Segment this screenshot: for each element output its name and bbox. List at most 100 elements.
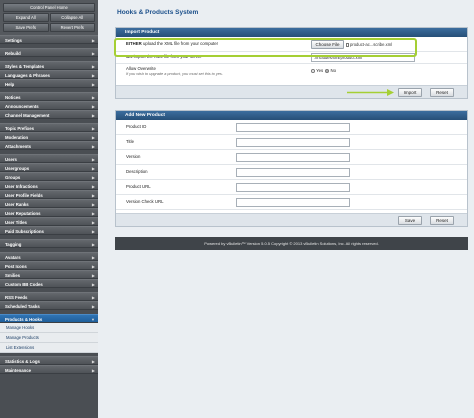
sidebar-item-label: User Reputations [5, 211, 41, 216]
sidebar-item-channel-management[interactable]: Channel Management ▶ [0, 110, 98, 119]
sidebar-item-label: Tagging [5, 242, 22, 247]
sidebar-nav: Settings ▶ Rebuild ▶ Styles & Templates ▶ Lang… [0, 35, 98, 314]
title-input[interactable] [236, 138, 350, 147]
sidebar-item-label: Topic Prefixes [5, 126, 35, 131]
sidebar-item-label: Post Icons [5, 264, 27, 269]
sidebar-item-user-ranks[interactable]: User Ranks ▶ [0, 199, 98, 208]
sidebar-item-styles-templates[interactable]: Styles & Templates ▶ [0, 61, 98, 70]
sidebar-item-user-profile-fields[interactable]: User Profile Fields ▶ [0, 190, 98, 199]
revert-prefs-button[interactable]: Revert Prefs [49, 23, 95, 32]
add-actions: Save Reset [116, 213, 467, 226]
version-check-url-input[interactable] [236, 198, 350, 207]
sidebar-item-settings[interactable]: Settings ▶ [0, 35, 98, 44]
sidebar-item-attachments[interactable]: Attachments ▶ [0, 141, 98, 150]
chevron-right-icon: ▶ [91, 242, 95, 247]
sidebar-item-languages-phrases[interactable]: Languages & Phrases ▶ [0, 70, 98, 79]
version-input[interactable] [236, 153, 350, 162]
chevron-right-icon: ▶ [91, 51, 95, 56]
sidebar-item-user-titles[interactable]: User Titles ▶ [0, 217, 98, 226]
chevron-right-icon: ▶ [91, 38, 95, 43]
sidebar-item-notices[interactable]: Notices ▶ [0, 92, 98, 101]
sidebar-item-label: User Titles [5, 220, 27, 225]
product-url-input[interactable] [236, 183, 350, 192]
no-radio[interactable] [325, 68, 330, 73]
sidebar-subitem-manage-hooks[interactable]: Manage Hooks [0, 323, 98, 333]
sidebar-item-label: Statistics & Logs [5, 359, 40, 364]
sidebar-item-label: Notices [5, 95, 21, 100]
expand-all-button[interactable]: Expand All [3, 13, 49, 22]
sidebar-item-products-hooks[interactable]: Products & Hooks ▼ [0, 314, 98, 323]
sidebar-item-groups[interactable]: Groups ▶ [0, 172, 98, 181]
field-row-product-url: Product URL [116, 180, 467, 195]
reset-button[interactable]: Reset [430, 216, 454, 225]
admin-cp: Control Panel Home Expand All Collapse A… [0, 0, 474, 418]
sidebar-item-rss-feeds[interactable]: RSS Feeds ▶ [0, 292, 98, 301]
allow-overwrite-desc: If you wish to upgrade a product, you mu… [126, 72, 223, 76]
field-row-description: Description [116, 165, 467, 180]
panel-title: Add New Product [116, 111, 467, 120]
sidebar-item-label: Attachments [5, 144, 32, 149]
overwrite-options: Yes No [311, 68, 336, 73]
sidebar-item-moderation[interactable]: Moderation ▶ [0, 132, 98, 141]
sidebar-item-user-reputations[interactable]: User Reputations ▶ [0, 208, 98, 217]
sidebar-item-label: Announcements [5, 104, 39, 109]
sidebar-item-statistics-logs[interactable]: Statistics & Logs ▶ [0, 356, 98, 365]
save-button[interactable]: Save [398, 216, 422, 225]
highlight-annotation [114, 38, 417, 57]
sidebar-item-label: Moderation [5, 135, 29, 140]
sidebar-item-avatars[interactable]: Avatars ▶ [0, 252, 98, 261]
sidebar-item-users[interactable]: Users ▶ [0, 154, 98, 163]
field-label: Version Check URL [126, 199, 164, 204]
page-title: Hooks & Products System [117, 9, 199, 16]
add-product-panel: Add New Product Product ID Title Version De… [115, 110, 468, 227]
yes-label: Yes [316, 68, 324, 73]
sidebar-item-label: Help [5, 82, 15, 87]
sidebar-item-label: User Ranks [5, 202, 29, 207]
sidebar-subitem-list-extensions[interactable]: List Extensions [0, 343, 98, 353]
chevron-right-icon: ▶ [91, 368, 95, 373]
yes-radio[interactable] [311, 68, 315, 73]
field-row-title: Title [116, 135, 467, 150]
sidebar-item-custom-bb-codes[interactable]: Custom BB Codes ▶ [0, 279, 98, 288]
sidebar-item-label: Usergroups [5, 166, 30, 171]
sidebar-item-post-icons[interactable]: Post Icons ▶ [0, 261, 98, 270]
collapse-all-button[interactable]: Collapse All [49, 13, 95, 22]
arrow-right-icon [347, 89, 394, 96]
sidebar-item-tagging[interactable]: Tagging ▶ [0, 239, 98, 248]
product-id-input[interactable] [236, 123, 350, 132]
sidebar-item-label: Products & Hooks [5, 317, 43, 322]
sidebar-item-label: Maintenance [5, 368, 32, 373]
control-panel-home-button[interactable]: Control Panel Home [3, 3, 95, 12]
chevron-right-icon: ▶ [91, 113, 95, 118]
description-input[interactable] [236, 168, 350, 177]
sidebar-item-rebuild[interactable]: Rebuild ▶ [0, 48, 98, 57]
sidebar-item-smilies[interactable]: Smilies ▶ [0, 270, 98, 279]
chevron-right-icon: ▶ [91, 282, 95, 287]
reset-button[interactable]: Reset [430, 88, 454, 97]
sidebar-item-label: Rebuild [5, 51, 21, 56]
sidebar-item-topic-prefixes[interactable]: Topic Prefixes ▶ [0, 123, 98, 132]
product-fields: Product ID Title Version Description Product… [116, 120, 467, 210]
main-content: Hooks & Products System Import Product E… [98, 0, 474, 418]
sidebar-item-label: RSS Feeds [5, 295, 28, 300]
sidebar-subitem-manage-products[interactable]: Manage Products [0, 333, 98, 343]
field-label: Version [126, 154, 141, 159]
sidebar-item-label: Languages & Phrases [5, 73, 50, 78]
sidebar-item-user-infractions[interactable]: User Infractions ▶ [0, 181, 98, 190]
sidebar-item-help[interactable]: Help ▶ [0, 79, 98, 88]
field-row-product-id: Product ID [116, 120, 467, 135]
field-row-version-check-url: Version Check URL [116, 195, 467, 210]
chevron-right-icon: ▶ [91, 82, 95, 87]
field-label: Description [126, 169, 148, 174]
import-button[interactable]: Import [398, 88, 422, 97]
sidebar-item-scheduled-tasks[interactable]: Scheduled Tasks ▶ [0, 301, 98, 310]
sidebar-item-label: Avatars [5, 255, 21, 260]
sidebar-item-maintenance[interactable]: Maintenance ▶ [0, 365, 98, 374]
allow-overwrite-label: Allow Overwrite [126, 66, 156, 71]
sidebar-item-paid-subscriptions[interactable]: Paid Subscriptions ▶ [0, 226, 98, 235]
sidebar-item-usergroups[interactable]: Usergroups ▶ [0, 163, 98, 172]
sidebar-item-announcements[interactable]: Announcements ▶ [0, 101, 98, 110]
chevron-down-icon: ▼ [91, 317, 95, 322]
sidebar-item-label: Groups [5, 175, 21, 180]
save-prefs-button[interactable]: Save Prefs [3, 23, 49, 32]
